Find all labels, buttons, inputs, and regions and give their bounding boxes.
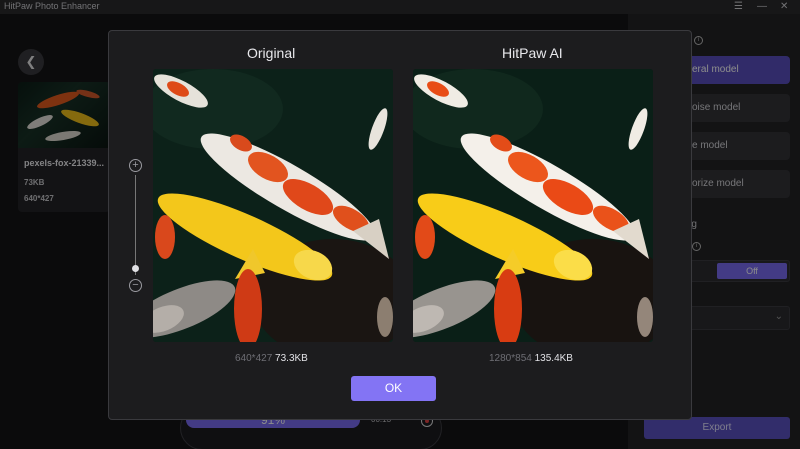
enhanced-dimensions: 1280*854 bbox=[489, 353, 532, 364]
zoom-track[interactable] bbox=[135, 175, 136, 275]
enhanced-title: HitPaw AI bbox=[502, 45, 563, 61]
enhanced-size: 135.4KB bbox=[534, 353, 573, 364]
zoom-slider[interactable]: + − bbox=[129, 159, 143, 292]
zoom-in-icon[interactable]: + bbox=[129, 159, 142, 172]
enhanced-image bbox=[413, 69, 653, 342]
original-title: Original bbox=[247, 45, 296, 61]
preview-dialog: Original HitPaw AI + − 640*427 73.3KB 12… bbox=[108, 30, 692, 420]
original-image bbox=[153, 69, 393, 342]
ok-button[interactable]: OK bbox=[351, 376, 436, 401]
original-dimensions: 640*427 bbox=[235, 353, 273, 364]
enhanced-meta: 1280*854 135.4KB bbox=[489, 353, 573, 364]
original-meta: 640*427 73.3KB bbox=[235, 353, 308, 364]
app-window: HitPaw Photo Enhancer ☰ — ✕ ❮ pexels-fox… bbox=[0, 0, 800, 449]
zoom-out-icon[interactable]: − bbox=[129, 279, 142, 292]
zoom-handle[interactable] bbox=[132, 265, 139, 272]
original-size: 73.3KB bbox=[275, 353, 308, 364]
